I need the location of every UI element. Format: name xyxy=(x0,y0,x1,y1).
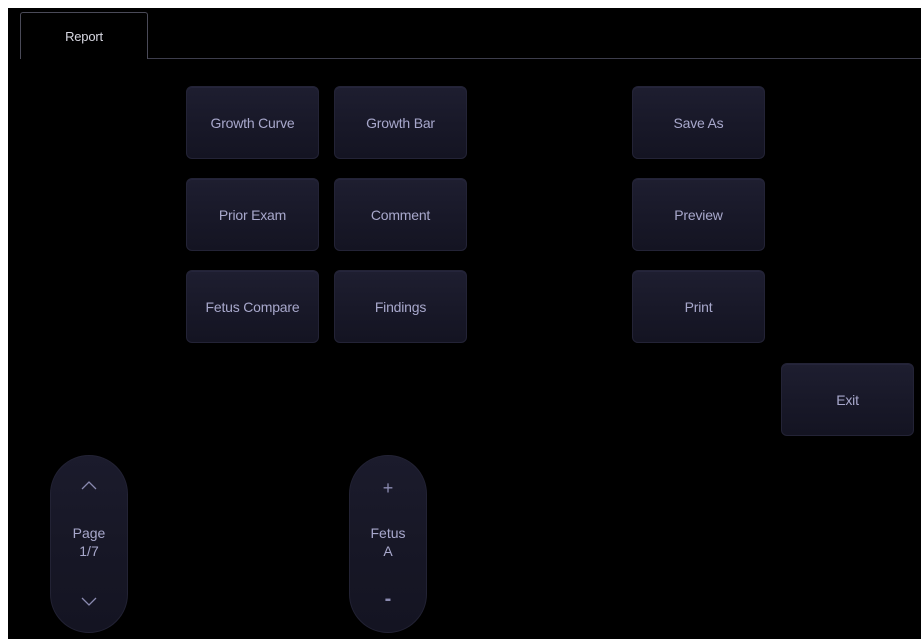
growth-curve-label: Growth Curve xyxy=(210,114,295,131)
preview-button[interactable]: Preview xyxy=(632,178,765,251)
comment-label: Comment xyxy=(370,206,431,223)
growth-curve-button[interactable]: Growth Curve xyxy=(186,86,319,159)
exit-button[interactable]: Exit xyxy=(781,363,914,436)
chevron-up-icon[interactable] xyxy=(51,480,127,490)
preview-label: Preview xyxy=(674,206,723,223)
growth-bar-button[interactable]: Growth Bar xyxy=(334,86,467,159)
findings-button[interactable]: Findings xyxy=(334,270,467,343)
page-control: Page 1/7 xyxy=(50,455,128,633)
report-screen: Report Growth Curve Growth Bar Prior Exa… xyxy=(8,8,921,639)
comment-button[interactable]: Comment xyxy=(334,178,467,251)
prior-exam-label: Prior Exam xyxy=(218,206,287,223)
growth-bar-label: Growth Bar xyxy=(366,114,435,131)
fetus-label: Fetus xyxy=(370,525,406,541)
exit-label: Exit xyxy=(836,391,859,408)
print-label: Print xyxy=(684,298,713,315)
tab-report-label: Report xyxy=(65,28,103,44)
save-as-button[interactable]: Save As xyxy=(632,86,765,159)
tab-bar-divider xyxy=(148,58,921,59)
chevron-down-icon[interactable] xyxy=(51,597,127,607)
tab-report[interactable]: Report xyxy=(20,12,148,59)
minus-icon[interactable]: - xyxy=(350,588,426,611)
fetus-compare-label: Fetus Compare xyxy=(205,298,300,315)
save-as-label: Save As xyxy=(673,114,724,131)
page-indicator: 1/7 xyxy=(79,543,99,559)
plus-icon[interactable]: + xyxy=(350,478,426,499)
fetus-indicator: A xyxy=(383,543,393,559)
print-button[interactable]: Print xyxy=(632,270,765,343)
prior-exam-button[interactable]: Prior Exam xyxy=(186,178,319,251)
findings-label: Findings xyxy=(374,298,427,315)
page-label: Page xyxy=(72,525,106,541)
fetus-control: + Fetus A - xyxy=(349,455,427,633)
fetus-compare-button[interactable]: Fetus Compare xyxy=(186,270,319,343)
